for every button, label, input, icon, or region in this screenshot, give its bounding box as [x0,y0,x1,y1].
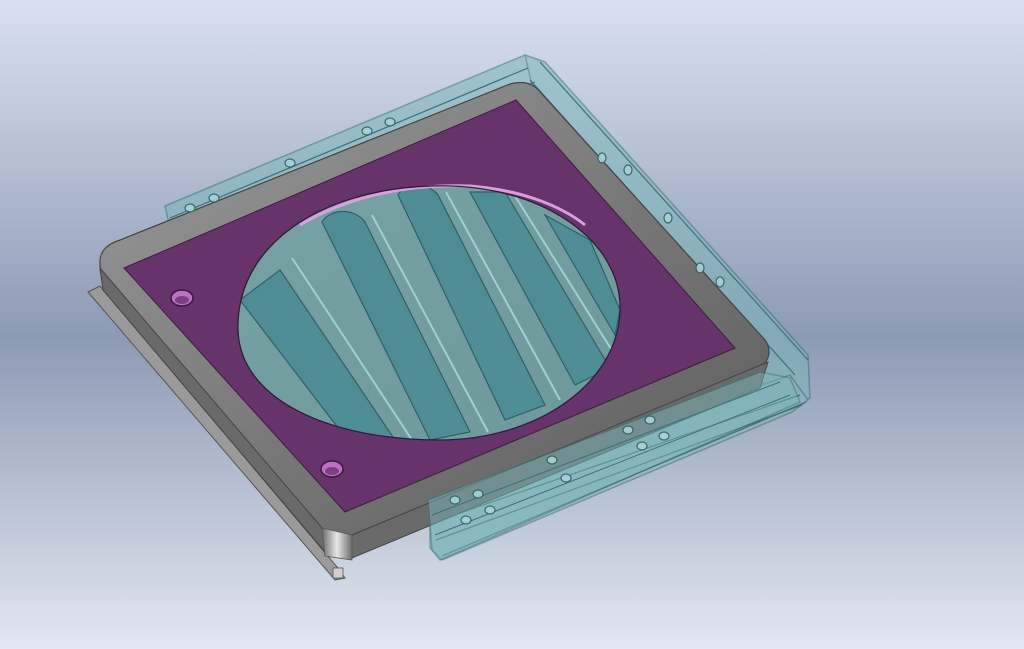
bolt-hole [560,473,572,483]
bolt-hole [449,495,461,505]
mount-hole-inner [325,467,339,475]
bolt-hole [658,431,670,441]
bolt-hole [472,489,484,499]
bolt-hole [695,262,705,274]
bolt-hole [484,505,496,515]
mount-hole-inner [175,296,189,304]
bolt-hole [663,212,673,224]
bolt-hole [636,441,648,451]
bolt-hole [361,126,373,136]
bolt-hole [208,193,220,203]
bolt-hole [460,515,472,525]
3d-model-viewport[interactable] [0,0,1024,649]
bolt-hole [384,117,396,127]
bolt-hole [597,152,607,164]
bolt-hole [623,164,633,176]
bolt-hole [644,415,656,425]
viewport-canvas [0,0,1024,649]
bolt-hole [622,425,634,435]
corner-foot [332,567,344,579]
bolt-hole [284,158,296,168]
bolt-hole [546,455,558,465]
bolt-hole [184,203,196,213]
bolt-hole [715,276,725,288]
